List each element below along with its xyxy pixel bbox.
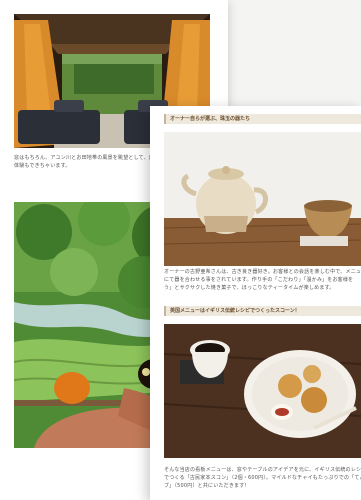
scone-illustration	[164, 324, 361, 458]
teapot-illustration	[164, 132, 361, 266]
section-title-scones: 英国メニューはイギリス伝統レシピでつくったスコーン！	[164, 306, 361, 316]
tableware-caption-line-1: オーナーの古野亜希さんは、古き良き器好き。お客様との会話を楽しむ中で、メニューに	[164, 269, 361, 275]
front-article-page: オーナー自らが選ぶ、珠玉の器たち オーナーの古野亜希さんは、古き良き器好き。お客…	[150, 106, 361, 500]
scone-caption-line-1: そんな当店の看板メニューは、窓やテーブルのアイデアを元に、イギリス伝統のレシ	[164, 467, 361, 473]
tableware-caption-line-2: にて器を合わせる事をされています。作り手の「こだわり」「温かみ」をお客様を	[164, 277, 354, 283]
teapot-photo	[164, 132, 361, 266]
scone-caption-line-2: でつくる「古民家本スコン」（2個・600円）。マイルドなチャイもたっぷりでの「て…	[164, 475, 361, 481]
section-title-tableware: オーナー自らが選ぶ、珠玉の器たち	[164, 114, 361, 124]
scone-caption-line-3: ブ」（500円）と共にいただきます！	[164, 483, 250, 489]
tableware-caption-line-3: う」とサクサクした焼き菓子で、ほっこりなティータイムが楽しめます。	[164, 285, 335, 291]
scone-photo	[164, 324, 361, 458]
